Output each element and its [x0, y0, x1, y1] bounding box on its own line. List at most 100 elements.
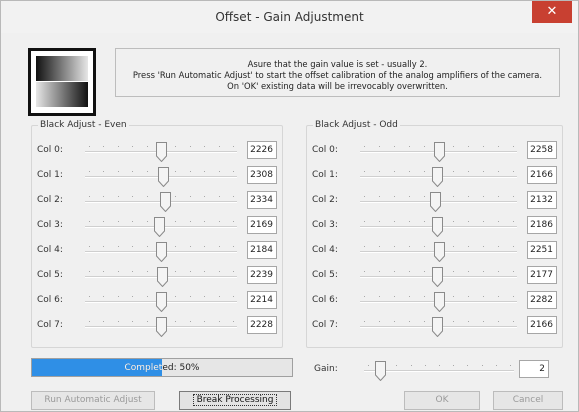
gradient-logo-icon — [28, 48, 96, 116]
slider-track[interactable] — [360, 192, 517, 212]
col-label: Col 3: — [37, 220, 63, 230]
slider-thumb-icon[interactable] — [434, 242, 445, 262]
slider-row: Col 2: 2132 — [312, 191, 559, 212]
col-label: Col 0: — [37, 145, 63, 155]
slider-thumb-icon[interactable] — [432, 317, 443, 337]
slider-track[interactable] — [364, 361, 514, 381]
break-processing-label: Break Processing — [192, 394, 278, 406]
slider-row: Col 1: 2308 — [37, 166, 279, 187]
slider-row: Col 7: 2228 — [37, 316, 279, 337]
break-processing-button[interactable]: Break Processing — [179, 391, 291, 410]
ok-button[interactable]: OK — [404, 391, 480, 410]
slider-row: Col 7: 2166 — [312, 316, 559, 337]
value-field[interactable]: 2308 — [247, 166, 277, 184]
slider-thumb-icon[interactable] — [160, 192, 171, 212]
col-label: Col 7: — [312, 320, 338, 330]
value-field[interactable]: 2228 — [247, 316, 277, 334]
col-label: Col 2: — [312, 195, 338, 205]
gain-row: Gain: 2 — [314, 360, 554, 381]
slider-track[interactable] — [85, 317, 237, 337]
value-field[interactable]: 2166 — [527, 166, 557, 184]
title-bar[interactable]: Offset - Gain Adjustment ✕ — [1, 1, 578, 33]
progress-text-clip: Completed: 50% — [32, 359, 163, 376]
slider-row: Col 1: 2166 — [312, 166, 559, 187]
slider-track[interactable] — [85, 242, 237, 262]
value-field[interactable]: 2186 — [527, 216, 557, 234]
value-field[interactable]: 2169 — [247, 216, 277, 234]
info-line-2: Press 'Run Automatic Adjust' to start th… — [132, 70, 543, 80]
info-line-1: Asure that the gain value is set - usual… — [247, 59, 428, 69]
slider-thumb-icon[interactable] — [434, 142, 445, 162]
slider-row: Col 6: 2214 — [37, 291, 279, 312]
slider-track[interactable] — [360, 267, 517, 287]
value-field[interactable]: 2258 — [527, 141, 557, 159]
value-field[interactable]: 2166 — [527, 316, 557, 334]
slider-track[interactable] — [360, 167, 517, 187]
slider-track[interactable] — [85, 142, 237, 162]
slider-thumb-icon[interactable] — [434, 292, 445, 312]
value-field[interactable]: 2282 — [527, 291, 557, 309]
col-label: Col 5: — [37, 270, 63, 280]
slider-thumb-icon[interactable] — [432, 217, 443, 237]
dialog-window: Offset - Gain Adjustment ✕ Asure that th… — [0, 0, 579, 412]
slider-track[interactable] — [360, 217, 517, 237]
col-label: Col 5: — [312, 270, 338, 280]
value-field[interactable]: 2334 — [247, 191, 277, 209]
progress-bar: Completed: 50% Completed: 50% — [31, 358, 293, 377]
close-icon[interactable]: ✕ — [532, 1, 572, 23]
slider-row: Col 5: 2177 — [312, 266, 559, 287]
slider-thumb-icon[interactable] — [156, 142, 167, 162]
slider-track[interactable] — [85, 167, 237, 187]
slider-thumb-icon[interactable] — [158, 167, 169, 187]
slider-thumb-icon[interactable] — [156, 242, 167, 262]
slider-track[interactable] — [360, 317, 517, 337]
slider-thumb-icon[interactable] — [432, 167, 443, 187]
run-automatic-adjust-button[interactable]: Run Automatic Adjust — [31, 391, 155, 410]
slider-track[interactable] — [85, 292, 237, 312]
slider-thumb-icon[interactable] — [154, 217, 165, 237]
slider-track[interactable] — [85, 192, 237, 212]
window-title: Offset - Gain Adjustment — [215, 10, 364, 24]
gain-value-field[interactable]: 2 — [519, 360, 549, 378]
slider-track[interactable] — [85, 267, 237, 287]
slider-ticks — [364, 365, 514, 366]
group-black-adjust-odd: Black Adjust - Odd Col 0: 2258 Col 1: 2166 C… — [306, 120, 563, 348]
slider-thumb-icon[interactable] — [430, 192, 441, 212]
group-title: Black Adjust - Odd — [313, 120, 400, 130]
value-field[interactable]: 2177 — [527, 266, 557, 284]
info-panel: Asure that the gain value is set - usual… — [115, 48, 560, 97]
group-black-adjust-even: Black Adjust - Even Col 0: 2226 Col 1: 2308… — [31, 120, 283, 348]
slider-row: Col 3: 2169 — [37, 216, 279, 237]
value-field[interactable]: 2132 — [527, 191, 557, 209]
slider-thumb-icon[interactable] — [156, 317, 167, 337]
group-title: Black Adjust - Even — [38, 120, 129, 130]
gain-label: Gain: — [314, 364, 338, 374]
col-label: Col 6: — [37, 295, 63, 305]
col-label: Col 1: — [37, 170, 63, 180]
col-label: Col 6: — [312, 295, 338, 305]
slider-row: Col 4: 2251 — [312, 241, 559, 262]
slider-thumb-icon[interactable] — [432, 267, 443, 287]
slider-thumb-icon[interactable] — [375, 361, 386, 381]
slider-row: Col 6: 2282 — [312, 291, 559, 312]
cancel-button[interactable]: Cancel — [493, 391, 563, 410]
col-label: Col 3: — [312, 220, 338, 230]
slider-track[interactable] — [85, 217, 237, 237]
value-field[interactable]: 2214 — [247, 291, 277, 309]
col-label: Col 4: — [312, 245, 338, 255]
col-label: Col 4: — [37, 245, 63, 255]
slider-track[interactable] — [360, 292, 517, 312]
slider-track[interactable] — [360, 142, 517, 162]
slider-thumb-icon[interactable] — [157, 267, 168, 287]
value-field[interactable]: 2184 — [247, 241, 277, 259]
slider-track[interactable] — [360, 242, 517, 262]
col-label: Col 2: — [37, 195, 63, 205]
slider-thumb-icon[interactable] — [156, 292, 167, 312]
value-field[interactable]: 2226 — [247, 141, 277, 159]
value-field[interactable]: 2239 — [247, 266, 277, 284]
slider-row: Col 4: 2184 — [37, 241, 279, 262]
info-line-3: On 'OK' existing data will be irrevocabl… — [227, 81, 448, 91]
value-field[interactable]: 2251 — [527, 241, 557, 259]
slider-row: Col 3: 2186 — [312, 216, 559, 237]
col-label: Col 1: — [312, 170, 338, 180]
